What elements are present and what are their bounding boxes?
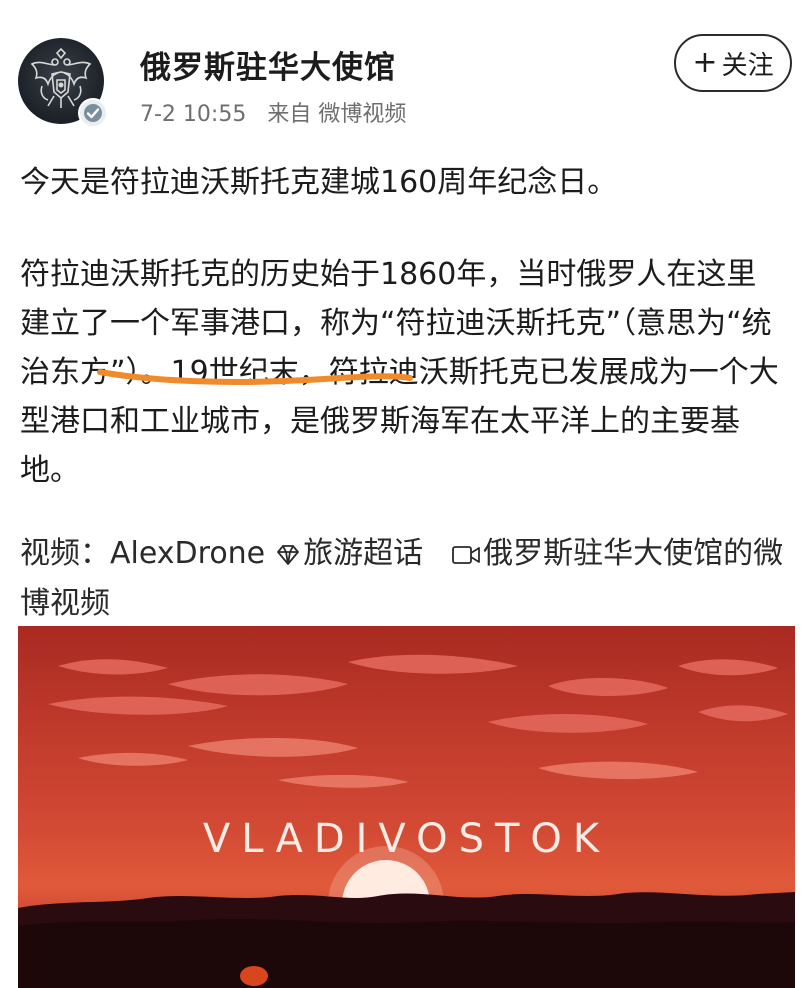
video-thumbnail[interactable]: VLADIVOSTOK [18, 626, 795, 988]
follow-label: 关注 [721, 50, 774, 81]
account-name[interactable]: 俄罗斯驻华大使馆 [140, 42, 396, 87]
hand-drawn-underline [97, 369, 413, 385]
follow-button[interactable]: + 关注 [674, 34, 792, 92]
video-camera-icon [451, 533, 481, 580]
video-title: VLADIVOSTOK [202, 816, 611, 862]
plus-icon: + [692, 45, 718, 80]
sunset-scene [18, 654, 795, 988]
verified-badge-icon [78, 98, 108, 128]
post-header: 俄罗斯驻华大使馆 7-2 10:55 来自 微博视频 + 关注 [0, 0, 812, 140]
diamond-icon [275, 533, 301, 580]
video-credit: 视频：AlexDrone [20, 536, 266, 571]
topic-link[interactable]: 旅游超话 [303, 536, 423, 571]
post-meta: 7-2 10:55 来自 微博视频 [140, 96, 420, 128]
post-links: 视频：AlexDrone 旅游超话 俄罗斯驻华大使馆的微博视频 [20, 530, 800, 627]
post-line-1: 今天是符拉迪沃斯托克建城160周年纪念日。 [20, 165, 618, 200]
post-source[interactable]: 来自 微博视频 [267, 102, 406, 127]
post-date: 7-2 10:55 [140, 102, 247, 127]
